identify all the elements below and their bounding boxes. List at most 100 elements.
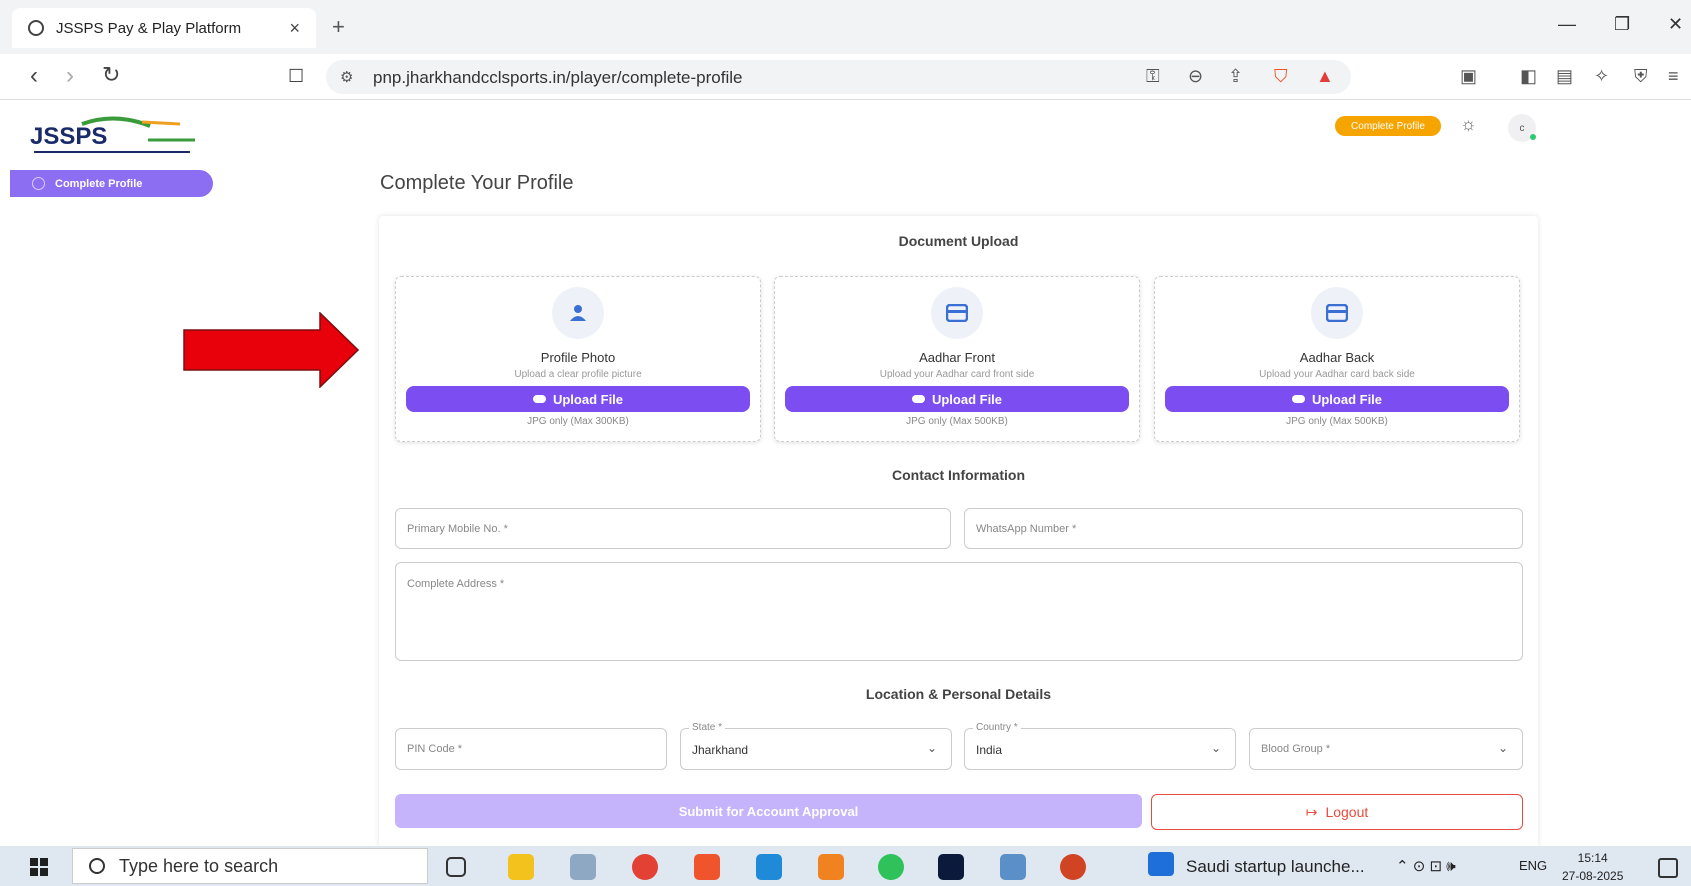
submit-button[interactable]: Submit for Account Approval: [395, 794, 1142, 828]
clock-date: 27-08-2025: [1562, 869, 1624, 883]
avatar-initial: c: [1519, 122, 1525, 134]
upload-card-profile-photo: Profile Photo Upload a clear profile pic…: [395, 276, 761, 442]
powerpoint-icon[interactable]: [1060, 854, 1086, 880]
upload-card-aadhar-front: Aadhar Front Upload your Aadhar card fro…: [774, 276, 1140, 442]
taskbar-search[interactable]: Type here to search: [72, 848, 428, 884]
upload-card-note: JPG only (Max 500KB): [1286, 416, 1388, 427]
field-label: Country *: [973, 722, 1021, 733]
upload-card-title: Aadhar Back: [1299, 350, 1375, 365]
id-card-icon: [1311, 287, 1363, 339]
site-globe-icon: [28, 20, 44, 36]
upload-button-label: Upload File: [931, 391, 1003, 407]
task-view-icon[interactable]: [446, 857, 466, 877]
avatar[interactable]: c: [1508, 114, 1536, 142]
cloud-upload-icon: [532, 395, 546, 403]
zoom-icon[interactable]: ⊖: [1188, 66, 1203, 87]
language-indicator[interactable]: ENG: [1519, 858, 1547, 873]
bookmark-icon[interactable]: ☐: [288, 66, 304, 87]
field-placeholder: Primary Mobile No. *: [407, 523, 508, 535]
taskbar-news-text[interactable]: Saudi startup launche...: [1186, 857, 1365, 877]
vpn-icon[interactable]: ⛨: [1634, 66, 1648, 87]
address-field[interactable]: Complete Address *: [395, 562, 1523, 661]
upload-card-desc: Upload your Aadhar card back side: [1259, 369, 1415, 380]
whatsapp-field[interactable]: WhatsApp Number *: [964, 508, 1523, 549]
file-explorer-icon[interactable]: [508, 854, 534, 880]
sidebar-item-label: Complete Profile: [55, 177, 143, 190]
clock[interactable]: 15:14 27-08-2025: [1562, 849, 1623, 885]
close-tab-icon[interactable]: ×: [289, 18, 300, 39]
page-title: Complete Your Profile: [380, 172, 574, 194]
new-tab-icon[interactable]: +: [332, 14, 345, 40]
logout-button[interactable]: ↦ Logout: [1151, 794, 1523, 830]
upload-button-label: Upload File: [552, 391, 624, 407]
sidebar-item-complete-profile[interactable]: Complete Profile: [10, 170, 213, 197]
field-placeholder: WhatsApp Number *: [976, 523, 1077, 535]
logout-label: Logout: [1325, 804, 1369, 820]
field-value: Jharkhand: [692, 743, 749, 757]
field-placeholder: Complete Address *: [407, 578, 505, 590]
browser-tab[interactable]: JSSPS Pay & Play Platform ×: [12, 8, 316, 48]
upload-file-button[interactable]: Upload File: [406, 386, 750, 412]
taskbar-search-placeholder: Type here to search: [119, 855, 279, 876]
restore-icon[interactable]: ❐: [1614, 14, 1630, 35]
news-icon[interactable]: [1148, 852, 1174, 876]
reload-icon[interactable]: ↻: [102, 62, 120, 88]
pin-code-field[interactable]: PIN Code *: [395, 728, 667, 770]
search-icon: [89, 858, 105, 874]
brave-icon[interactable]: [694, 854, 720, 880]
profile-form-card: Document Upload Profile Photo Upload a c…: [379, 216, 1538, 848]
whatsapp-icon[interactable]: [878, 854, 904, 880]
upload-card-aadhar-back: Aadhar Back Upload your Aadhar card back…: [1154, 276, 1520, 442]
upload-card-title: Aadhar Front: [919, 350, 995, 365]
leo-icon[interactable]: ✧: [1594, 66, 1609, 87]
share-icon[interactable]: ⇪: [1228, 66, 1243, 87]
svg-text:JSSPS: JSSPS: [30, 123, 107, 150]
forward-icon[interactable]: ›: [66, 62, 74, 90]
section-heading-documents: Document Upload: [898, 233, 1019, 249]
system-tray-icons[interactable]: ⌃ ⊙ ⊡ 🕪: [1396, 857, 1456, 875]
chevron-down-icon: ⌄: [1497, 741, 1508, 755]
notes-icon[interactable]: [1000, 854, 1026, 880]
cloud-upload-icon: [1291, 395, 1305, 403]
jssps-logo: JSSPS: [30, 116, 195, 153]
profile-circle-icon: [32, 177, 45, 190]
upload-file-button[interactable]: Upload File: [785, 386, 1129, 412]
back-icon[interactable]: ‹: [30, 62, 38, 90]
minimize-icon[interactable]: —: [1558, 14, 1576, 35]
cloud-upload-icon: [911, 395, 925, 403]
vscode-icon[interactable]: [756, 854, 782, 880]
brave-rewards-icon[interactable]: ▲: [1316, 66, 1334, 87]
id-card-icon: [931, 287, 983, 339]
xampp-icon[interactable]: [818, 854, 844, 880]
close-window-icon[interactable]: ✕: [1668, 14, 1683, 35]
mail-icon[interactable]: [570, 854, 596, 880]
chrome-icon[interactable]: [632, 854, 658, 880]
menu-icon[interactable]: ≡: [1668, 66, 1679, 87]
country-select[interactable]: Country * India ⌄: [964, 722, 1236, 770]
online-indicator: [1530, 134, 1536, 140]
upload-card-title: Profile Photo: [540, 350, 616, 365]
field-placeholder: PIN Code *: [407, 743, 463, 755]
key-icon[interactable]: ⚿: [1146, 66, 1160, 87]
upload-card-note: JPG only (Max 500KB): [906, 416, 1008, 427]
state-select[interactable]: State * Jharkhand ⌄: [680, 722, 952, 770]
field-value: India: [976, 743, 1003, 757]
brave-shield-icon[interactable]: ⛉: [1274, 66, 1288, 87]
photoshop-icon[interactable]: [938, 854, 964, 880]
sidebar-toggle-icon[interactable]: ◧: [1520, 66, 1537, 87]
blood-group-select[interactable]: Blood Group * ⌄: [1249, 728, 1523, 770]
reader-icon[interactable]: ▣: [1460, 66, 1477, 87]
chevron-down-icon: ⌄: [926, 741, 937, 755]
primary-mobile-field[interactable]: Primary Mobile No. *: [395, 508, 951, 549]
windows-start-icon[interactable]: [30, 858, 48, 876]
upload-button-label: Upload File: [1311, 391, 1383, 407]
theme-toggle-icon[interactable]: ☼: [1460, 114, 1477, 135]
url-text[interactable]: pnp.jharkhandcclsports.in/player/complet…: [373, 68, 742, 88]
wallet-icon[interactable]: ▤: [1556, 66, 1573, 87]
site-settings-icon[interactable]: ⚙: [340, 68, 353, 86]
upload-card-desc: Upload a clear profile picture: [514, 369, 642, 380]
chevron-down-icon: ⌄: [1210, 741, 1221, 755]
notification-center-icon[interactable]: [1658, 858, 1678, 878]
tab-title: JSSPS Pay & Play Platform: [56, 19, 242, 37]
upload-file-button[interactable]: Upload File: [1165, 386, 1509, 412]
